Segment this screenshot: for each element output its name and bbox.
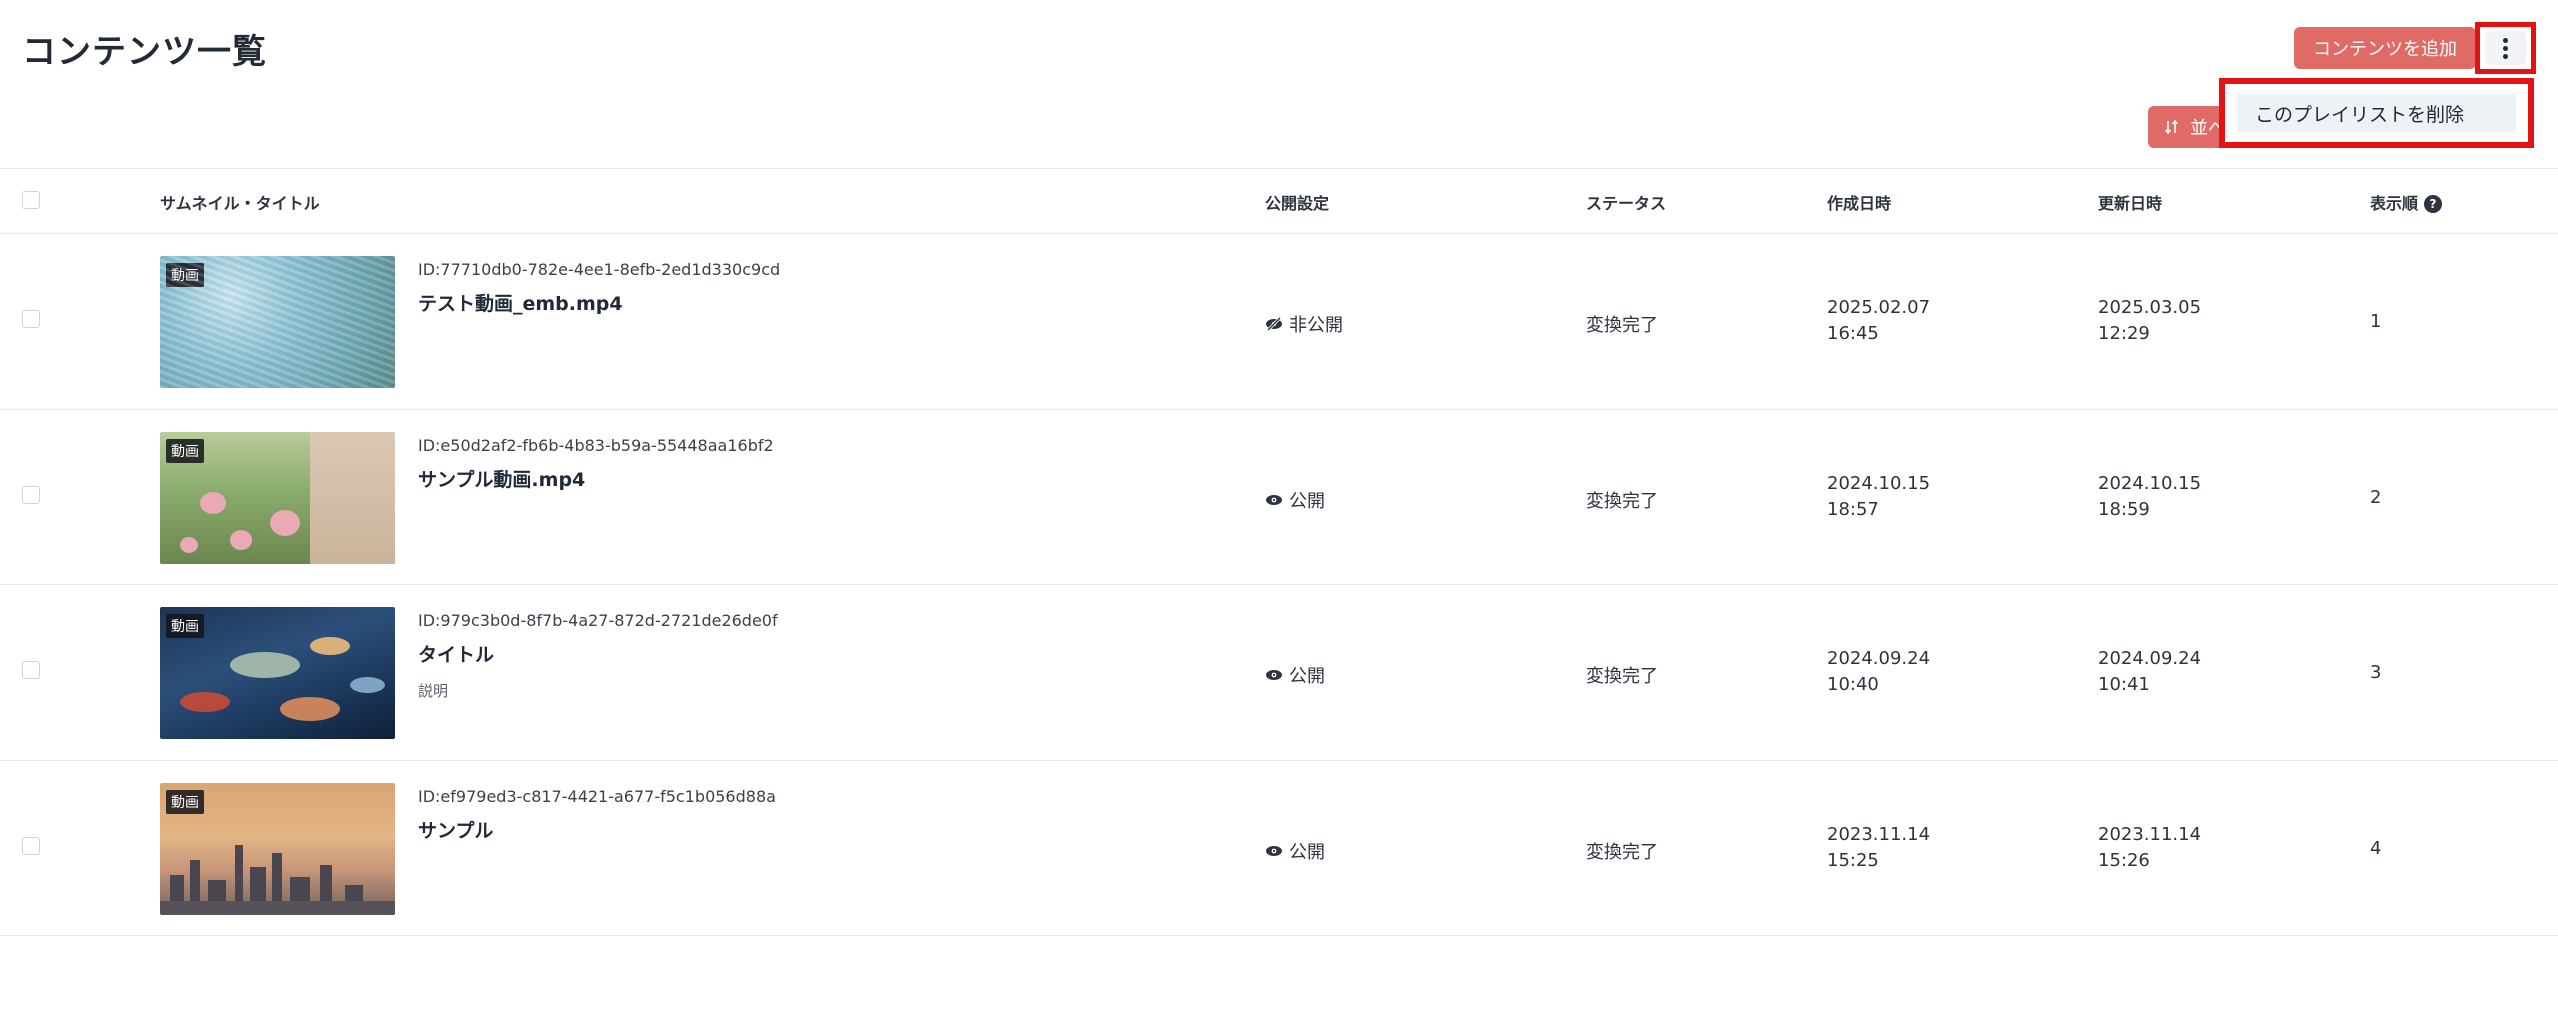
visibility-label: 公開: [1289, 666, 1325, 687]
updated-date: 2023.11.14: [2098, 824, 2202, 845]
column-header-visibility: 公開設定: [1265, 194, 1330, 213]
content-id: ID:e50d2af2-fb6b-4b83-b59a-55448aa16bf2: [418, 436, 774, 455]
updated-at: 2023.11.14 15:26: [2098, 822, 2201, 874]
status-label: 変換完了: [1586, 666, 1658, 687]
display-order: 3: [2370, 662, 2382, 683]
eye-icon: [1266, 670, 1282, 680]
updated-time: 10:41: [2098, 674, 2150, 695]
row-divider: [0, 409, 2558, 410]
created-date: 2025.02.07: [1827, 297, 1931, 318]
select-all-checkbox[interactable]: [22, 191, 40, 209]
created-date: 2024.09.24: [1827, 648, 1931, 669]
video-badge: 動画: [166, 614, 204, 638]
eye-slash-icon: [1266, 317, 1282, 331]
more-menu-highlight: [2475, 22, 2536, 74]
updated-time: 12:29: [2098, 323, 2150, 344]
video-thumbnail[interactable]: 動画: [160, 607, 395, 739]
display-order: 4: [2370, 838, 2382, 859]
content-id: ID:ef979ed3-c817-4421-a677-f5c1b056d88a: [418, 787, 776, 806]
updated-at: 2025.03.05 12:29: [2098, 295, 2201, 347]
content-id: ID:77710db0-782e-4ee1-8efb-2ed1d330c9cd: [418, 260, 781, 279]
eye-icon: [1266, 495, 1282, 505]
row-checkbox[interactable]: [22, 661, 40, 679]
visibility-cell: 公開: [1265, 838, 1325, 864]
kebab-menu-icon[interactable]: [2485, 31, 2526, 65]
created-date: 2024.10.15: [1827, 473, 1931, 494]
sort-arrows-icon: [2164, 119, 2179, 135]
visibility-cell: 公開: [1265, 662, 1325, 688]
content-title[interactable]: サンプル: [418, 816, 493, 843]
created-time: 16:45: [1827, 323, 1879, 344]
video-thumbnail[interactable]: 動画: [160, 783, 395, 915]
updated-date: 2024.10.15: [2098, 473, 2202, 494]
updated-at: 2024.09.24 10:41: [2098, 646, 2201, 698]
display-order: 2: [2370, 487, 2382, 508]
created-time: 18:57: [1827, 499, 1879, 520]
updated-date: 2025.03.05: [2098, 297, 2202, 318]
visibility-label: 公開: [1289, 491, 1325, 512]
content-title[interactable]: タイトル: [418, 640, 494, 667]
column-header-thumbnail-title: サムネイル・タイトル: [160, 194, 320, 213]
visibility-cell: 非公開: [1265, 311, 1343, 337]
row-checkbox[interactable]: [22, 310, 40, 328]
status-label: 変換完了: [1586, 842, 1658, 863]
updated-time: 18:59: [2098, 499, 2150, 520]
visibility-cell: 公開: [1265, 487, 1325, 513]
updated-at: 2024.10.15 18:59: [2098, 471, 2201, 523]
status-label: 変換完了: [1586, 491, 1658, 512]
updated-time: 15:26: [2098, 850, 2150, 871]
created-at: 2024.10.15 18:57: [1827, 471, 1930, 523]
display-order-label: 表示順: [2370, 194, 2419, 213]
column-header-updated-at: 更新日時: [2098, 194, 2163, 213]
created-time: 15:25: [1827, 850, 1879, 871]
created-time: 10:40: [1827, 674, 1879, 695]
created-at: 2024.09.24 10:40: [1827, 646, 1930, 698]
dropdown-menu: このプレイリストを削除: [2219, 78, 2534, 148]
row-divider: [0, 760, 2558, 761]
video-badge: 動画: [166, 790, 204, 814]
column-header-status: ステータス: [1586, 194, 1667, 213]
video-thumbnail[interactable]: 動画: [160, 256, 395, 388]
delete-playlist-menu-item[interactable]: このプレイリストを削除: [2237, 94, 2516, 132]
row-divider: [0, 584, 2558, 585]
header-divider: [0, 168, 2558, 169]
video-badge: 動画: [166, 439, 204, 463]
eye-icon: [1266, 846, 1282, 856]
status-label: 変換完了: [1586, 315, 1658, 336]
created-at: 2023.11.14 15:25: [1827, 822, 1930, 874]
question-circle-icon[interactable]: ?: [2424, 195, 2443, 213]
sort-button[interactable]: 並べ: [2148, 106, 2228, 148]
column-header-display-order: 表示順?: [2370, 190, 2443, 214]
created-date: 2023.11.14: [1827, 824, 1931, 845]
visibility-label: 非公開: [1289, 315, 1343, 336]
display-order: 1: [2370, 311, 2382, 332]
row-checkbox[interactable]: [22, 837, 40, 855]
page-title: コンテンツ一覧: [22, 32, 267, 72]
video-badge: 動画: [166, 263, 204, 287]
content-title[interactable]: テスト動画_emb.mp4: [418, 289, 623, 316]
updated-date: 2024.09.24: [2098, 648, 2202, 669]
add-content-button[interactable]: コンテンツを追加: [2294, 27, 2476, 69]
video-thumbnail[interactable]: 動画: [160, 432, 395, 564]
content-description: 説明: [418, 682, 449, 700]
row-checkbox[interactable]: [22, 486, 40, 504]
content-title[interactable]: サンプル動画.mp4: [418, 465, 585, 492]
column-header-created-at: 作成日時: [1827, 194, 1892, 213]
row-divider: [0, 233, 2558, 234]
row-divider: [0, 935, 2558, 936]
content-id: ID:979c3b0d-8f7b-4a27-872d-2721de26de0f: [418, 611, 778, 630]
created-at: 2025.02.07 16:45: [1827, 295, 1930, 347]
visibility-label: 公開: [1289, 842, 1325, 863]
